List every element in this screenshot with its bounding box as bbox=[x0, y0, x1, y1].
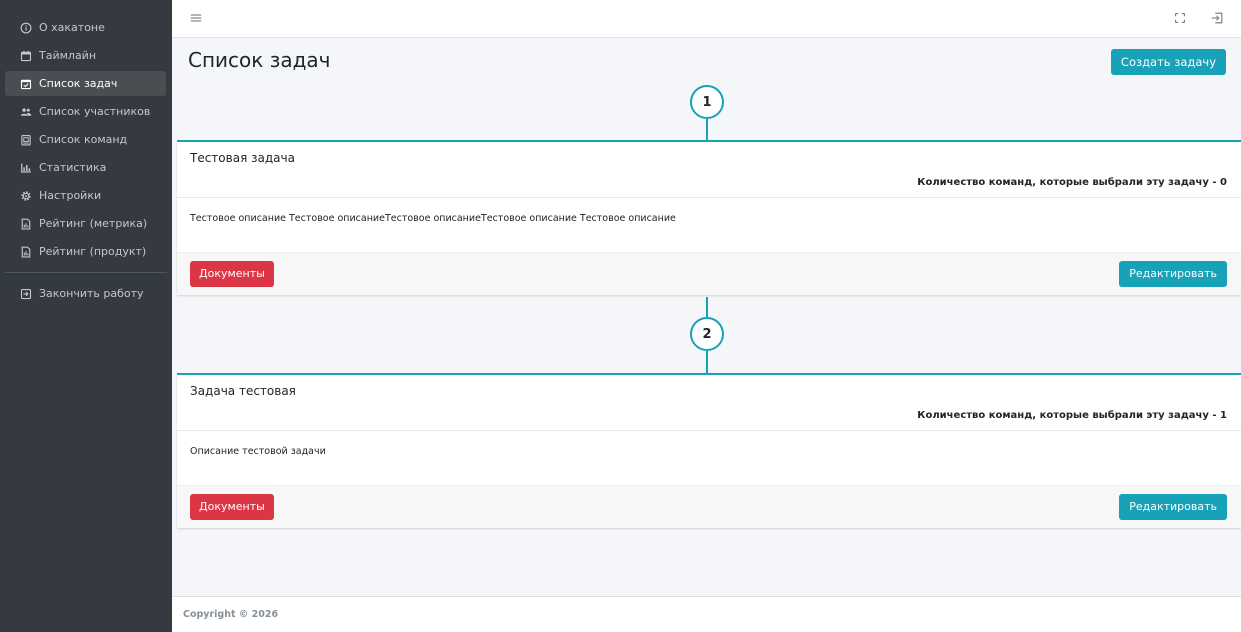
team-count: Количество команд, которые выбрали эту з… bbox=[917, 177, 1227, 188]
task-description: Тестовое описание Тестовое описаниеТесто… bbox=[190, 213, 676, 224]
bar-chart-icon bbox=[19, 161, 32, 174]
timeline-marker: 2 bbox=[690, 317, 724, 351]
sidebar-item-rating-metric[interactable]: Рейтинг (метрика) bbox=[5, 211, 166, 236]
team-count: Количество команд, которые выбрали эту з… bbox=[917, 410, 1227, 421]
sidebar-item-settings[interactable]: Настройки bbox=[5, 183, 166, 208]
gear-icon bbox=[19, 189, 32, 202]
sidebar-item-label: Список команд bbox=[39, 133, 128, 146]
card-body: Описание тестовой задачи bbox=[177, 431, 1241, 485]
sidebar-item-label: О хакатоне bbox=[39, 21, 105, 34]
sidebar-item-participants[interactable]: Список участников bbox=[5, 99, 166, 124]
sidebar-item-label: Рейтинг (продукт) bbox=[39, 245, 147, 258]
sidebar-item-timeline[interactable]: Таймлайн bbox=[5, 43, 166, 68]
task-card: Тестовая задача Количество команд, котор… bbox=[177, 140, 1241, 295]
task-title: Тестовая задача bbox=[190, 151, 295, 165]
sidebar-item-label: Список участников bbox=[39, 105, 151, 118]
clipboard-list-icon bbox=[19, 133, 32, 146]
main-content: Список задач Создать задачу 1 Тестовая з… bbox=[172, 38, 1241, 596]
edit-button[interactable]: Редактировать bbox=[1119, 494, 1227, 520]
timeline-number: 2 bbox=[702, 326, 712, 342]
task-description: Описание тестовой задачи bbox=[190, 446, 326, 457]
card-header: Тестовая задача Количество команд, котор… bbox=[177, 142, 1241, 198]
hamburger-icon[interactable] bbox=[188, 10, 204, 26]
timeline-line bbox=[706, 351, 708, 373]
file-chart-icon bbox=[19, 245, 32, 258]
calendar-icon bbox=[19, 49, 32, 62]
sidebar-item-label: Статистика bbox=[39, 161, 107, 174]
fullscreen-icon[interactable] bbox=[1172, 10, 1188, 26]
sidebar-item-statistics[interactable]: Статистика bbox=[5, 155, 166, 180]
documents-button[interactable]: Документы bbox=[190, 261, 274, 287]
sidebar: О хакатоне Таймлайн Список задач Список … bbox=[0, 0, 172, 632]
task-title: Задача тестовая bbox=[190, 384, 296, 398]
timeline-line bbox=[706, 119, 708, 140]
info-circle-icon bbox=[19, 21, 32, 34]
page-footer: Copyright © 2026 bbox=[172, 596, 1241, 632]
timeline-marker: 1 bbox=[690, 85, 724, 119]
file-chart-icon bbox=[19, 217, 32, 230]
sidebar-item-about[interactable]: О хакатоне bbox=[5, 15, 166, 40]
sidebar-item-rating-product[interactable]: Рейтинг (продукт) bbox=[5, 239, 166, 264]
sign-out-icon bbox=[19, 287, 32, 300]
documents-button[interactable]: Документы bbox=[190, 494, 274, 520]
card-footer: Документы Редактировать bbox=[177, 252, 1241, 295]
card-footer: Документы Редактировать bbox=[177, 485, 1241, 528]
copyright-text: Copyright © 2026 bbox=[183, 609, 279, 620]
sidebar-item-teams[interactable]: Список команд bbox=[5, 127, 166, 152]
create-task-button[interactable]: Создать задачу bbox=[1110, 49, 1226, 75]
page-title: Список задач bbox=[188, 48, 331, 72]
timeline-number: 1 bbox=[702, 94, 712, 110]
task-card: Задача тестовая Количество команд, котор… bbox=[177, 373, 1241, 528]
top-navbar bbox=[172, 0, 1241, 38]
users-icon bbox=[19, 105, 32, 118]
sidebar-item-label: Настройки bbox=[39, 189, 102, 202]
sidebar-item-label: Таймлайн bbox=[39, 49, 97, 62]
sidebar-divider bbox=[5, 272, 167, 273]
card-header: Задача тестовая Количество команд, котор… bbox=[177, 375, 1241, 431]
sidebar-item-label: Закончить работу bbox=[39, 287, 144, 300]
sidebar-item-label: Рейтинг (метрика) bbox=[39, 217, 148, 230]
sidebar-item-logout[interactable]: Закончить работу bbox=[5, 281, 166, 306]
sidebar-item-label: Список задач bbox=[39, 77, 118, 90]
sign-out-icon[interactable] bbox=[1209, 10, 1225, 26]
sidebar-item-tasks[interactable]: Список задач bbox=[5, 71, 166, 96]
edit-button[interactable]: Редактировать bbox=[1119, 261, 1227, 287]
timeline-line bbox=[706, 297, 708, 317]
card-body: Тестовое описание Тестовое описаниеТесто… bbox=[177, 198, 1241, 252]
calendar-check-icon bbox=[19, 77, 32, 90]
